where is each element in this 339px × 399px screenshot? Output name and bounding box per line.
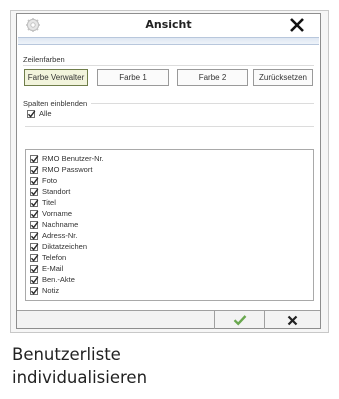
checkmark-icon [30, 243, 39, 251]
column-checkbox-label: RMO Passwort [42, 165, 93, 174]
all-checkbox[interactable] [27, 110, 36, 118]
column-checkbox[interactable] [30, 243, 39, 251]
checkmark-icon [30, 188, 39, 196]
column-checkbox[interactable] [30, 177, 39, 185]
all-checkbox-label: Alle [39, 109, 52, 118]
checkmark-icon [30, 265, 39, 273]
title-separator-bar [18, 37, 319, 45]
column-checkbox-label: Adress-Nr. [42, 231, 78, 240]
ansicht-dialog: Ansicht Zeilenfarben Farbe Verwalter Far… [16, 13, 321, 329]
row-colors-divider [23, 65, 314, 66]
color-2-button[interactable]: Farbe 2 [177, 69, 248, 86]
column-checkbox[interactable] [30, 265, 39, 273]
column-checkbox[interactable] [30, 188, 39, 196]
checkmark-icon [30, 276, 39, 284]
column-checkbox[interactable] [30, 210, 39, 218]
column-checkbox-label: Telefon [42, 253, 67, 262]
checkmark-icon [30, 232, 39, 240]
checkmark-icon [30, 254, 39, 262]
column-checkbox[interactable] [30, 287, 39, 295]
checkmark-icon [27, 110, 36, 118]
column-checkbox[interactable] [30, 166, 39, 174]
column-checkbox[interactable] [30, 199, 39, 207]
all-divider [25, 126, 314, 127]
row-colors-label: Zeilenfarben [23, 55, 65, 64]
column-checkbox-label: Foto [42, 176, 58, 185]
checkmark-icon [30, 199, 39, 207]
checkmark-icon [30, 221, 39, 229]
column-checkbox[interactable] [30, 254, 39, 262]
columns-divider [91, 103, 314, 104]
close-icon[interactable] [288, 16, 306, 34]
caption-line-1: Benutzerliste [12, 345, 121, 364]
confirm-button[interactable] [214, 311, 264, 329]
column-checkbox-label: Vorname [42, 209, 73, 218]
color-manager-button[interactable]: Farbe Verwalter [24, 69, 88, 86]
checkmark-icon [233, 315, 246, 326]
column-checkbox-label: Nachname [42, 220, 79, 229]
dialog-footer [17, 310, 320, 329]
column-checkbox[interactable] [30, 232, 39, 240]
checkmark-icon [30, 166, 39, 174]
columns-list[interactable]: RMO Benutzer-Nr. RMO Passwort Foto Standort… [25, 149, 314, 301]
checkmark-icon [30, 210, 39, 218]
reset-button[interactable]: Zurücksetzen [253, 69, 313, 86]
checkmark-icon [30, 155, 39, 163]
close-icon [287, 315, 298, 325]
figure-caption: Benutzerliste individualisieren [12, 343, 332, 389]
dialog-titlebar: Ansicht [17, 14, 320, 36]
column-checkbox[interactable] [30, 276, 39, 284]
column-checkbox-label: Diktatzeichen [42, 242, 88, 251]
column-checkbox[interactable] [30, 155, 39, 163]
column-checkbox-label: Titel [42, 198, 56, 207]
dialog-title: Ansicht [145, 18, 192, 31]
cancel-button[interactable] [264, 311, 320, 329]
columns-label: Spalten einblenden [23, 99, 88, 108]
column-checkbox[interactable] [30, 221, 39, 229]
color-1-button[interactable]: Farbe 1 [97, 69, 169, 86]
column-checkbox-label: E-Mail [42, 264, 64, 273]
column-checkbox-label: Standort [42, 187, 71, 196]
column-checkbox-label: RMO Benutzer-Nr. [42, 154, 104, 163]
caption-line-2: individualisieren [12, 368, 148, 387]
checkmark-icon [30, 177, 39, 185]
column-checkbox-label: Notiz [42, 286, 60, 295]
column-checkbox-label: Ben.-Akte [42, 275, 75, 284]
checkmark-icon [30, 287, 39, 295]
